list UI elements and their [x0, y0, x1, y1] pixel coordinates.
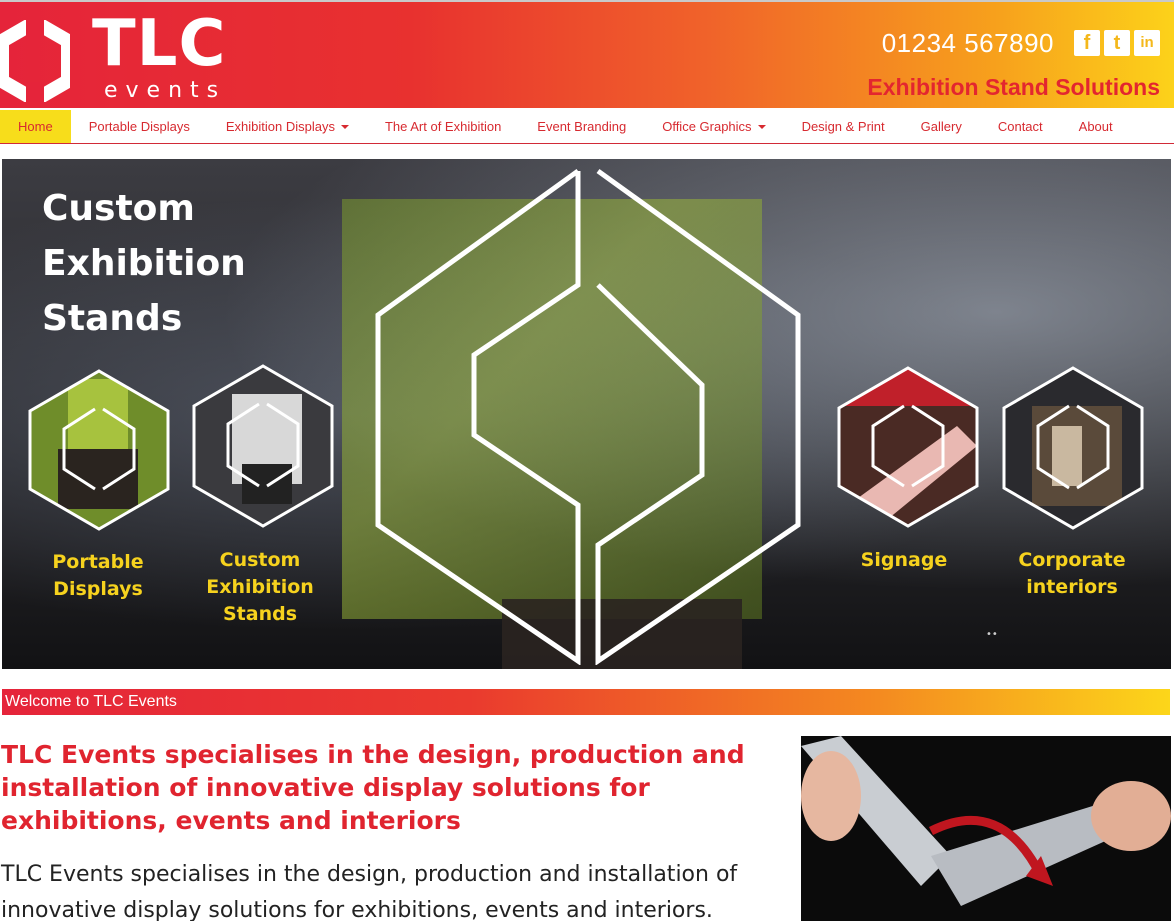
phone-number[interactable]: 01234 567890 — [882, 28, 1054, 59]
nav-item-event-branding[interactable]: Event Branding — [519, 110, 644, 143]
nav-label: Design & Print — [801, 119, 885, 134]
twitter-icon[interactable]: t — [1104, 30, 1130, 56]
intro-body: TLC Events specialises in the design, pr… — [1, 862, 738, 921]
frame-connector-illustration — [801, 736, 1171, 921]
nav-item-exhibition-displays[interactable]: Exhibition Displays — [208, 110, 367, 143]
tile-label-line: Stands — [222, 603, 298, 625]
intro-heading: TLC Events specialises in the design, pr… — [1, 740, 745, 835]
nav-item-design-print[interactable]: Design & Print — [784, 110, 903, 143]
tile-label-line: Custom — [219, 549, 301, 571]
nav-item-art-of-exhibition[interactable]: The Art of Exhibition — [367, 110, 519, 143]
linkedin-icon[interactable]: in — [1134, 30, 1160, 56]
main-nav: Home Portable Displays Exhibition Displa… — [0, 110, 1174, 144]
custom-stands-label[interactable]: Custom Exhibition Stands — [198, 547, 322, 628]
hero-banner[interactable]: Custom Exhibition Stands Portable Displa… — [2, 159, 1171, 669]
nav-item-contact[interactable]: Contact — [980, 110, 1061, 143]
nav-label: Event Branding — [537, 119, 627, 134]
nav-label: Portable Displays — [88, 119, 190, 134]
large-hexagon-logo-icon — [375, 168, 801, 665]
top-border — [0, 0, 1174, 2]
welcome-bar: Welcome to TLC Events — [2, 689, 1170, 715]
signage-label[interactable]: Signage — [848, 547, 960, 574]
tile-label-line: Signage — [860, 549, 948, 571]
hero-title-line: Stands — [42, 298, 183, 339]
nav-label: Gallery — [920, 119, 962, 134]
nav-label: The Art of Exhibition — [384, 119, 502, 134]
corporate-interiors-label[interactable]: Corporate interiors — [1010, 547, 1134, 601]
tile-label-line: Displays — [53, 578, 143, 600]
caret-down-icon — [757, 124, 766, 129]
logo-subtitle[interactable]: events — [104, 78, 226, 103]
tile-label-line: Portable — [52, 551, 144, 573]
facebook-icon[interactable]: f — [1074, 30, 1100, 56]
nav-item-gallery[interactable]: Gallery — [903, 110, 980, 143]
nav-label: Exhibition Displays — [225, 119, 335, 134]
hexagon-logo-icon[interactable] — [0, 20, 70, 102]
corporate-interiors-tile[interactable] — [1002, 366, 1144, 530]
portable-displays-label[interactable]: Portable Displays — [42, 549, 154, 603]
product-image — [801, 736, 1171, 921]
tile-label-line: Exhibition — [206, 576, 314, 598]
hero-title-line: Custom — [42, 188, 195, 229]
custom-stands-tile[interactable] — [192, 364, 334, 528]
tile-label-line: Corporate — [1018, 549, 1126, 571]
nav-label: Office Graphics — [662, 119, 752, 134]
nav-item-portable-displays[interactable]: Portable Displays — [71, 110, 208, 143]
tile-label-line: interiors — [1026, 576, 1118, 598]
nav-item-office-graphics[interactable]: Office Graphics — [644, 110, 783, 143]
tagline: Exhibition Stand Solutions — [867, 74, 1160, 100]
nav-item-about[interactable]: About — [1061, 110, 1131, 143]
carousel-indicator[interactable]: •• — [986, 629, 998, 640]
social-links: f t in — [1074, 30, 1160, 56]
nav-label: Contact — [997, 119, 1043, 134]
nav-item-home[interactable]: Home — [0, 110, 71, 143]
caret-down-icon — [340, 124, 349, 129]
site-header: TLC events 01234 567890 f t in Exhibitio… — [0, 0, 1174, 108]
hero-title: Custom Exhibition Stands — [42, 181, 246, 346]
signage-tile[interactable] — [837, 366, 979, 528]
hero-title-line: Exhibition — [42, 243, 246, 284]
logo-title[interactable]: TLC — [92, 12, 226, 76]
nav-label: About — [1078, 119, 1113, 134]
portable-displays-tile[interactable] — [28, 369, 170, 531]
nav-label: Home — [18, 119, 53, 134]
